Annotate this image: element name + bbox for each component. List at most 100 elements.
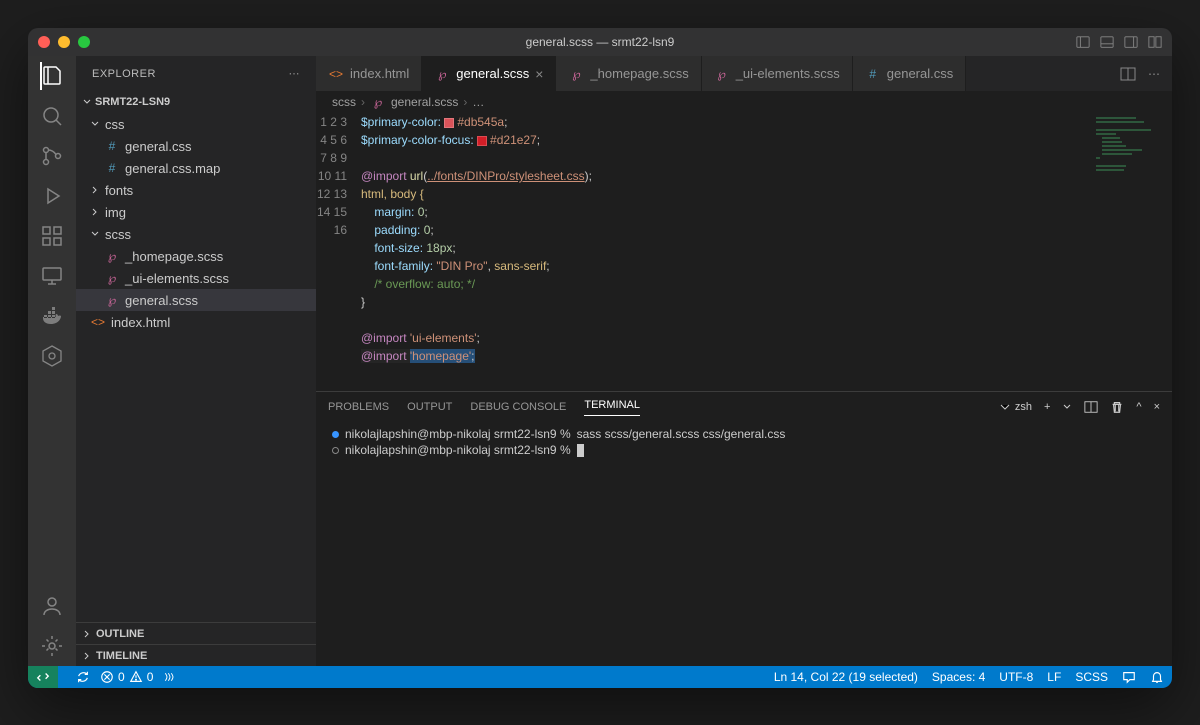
window-controls xyxy=(38,36,90,48)
tab-general-css[interactable]: #general.css xyxy=(853,56,966,91)
terminal-dropdown-icon[interactable] xyxy=(1062,402,1072,412)
folder-css[interactable]: css xyxy=(76,113,316,135)
panel-tabs: PROBLEMS OUTPUT DEBUG CONSOLE TERMINAL z… xyxy=(316,392,1172,422)
sass-file-icon: ℘ xyxy=(104,292,120,308)
problems-status[interactable]: 0 0 xyxy=(100,670,153,684)
file-general-scss[interactable]: ℘general.scss xyxy=(76,289,316,311)
explorer-sidebar: EXPLORER ⋯ SRMT22-LSN9 css #general.css … xyxy=(76,56,316,666)
vscode-window: general.scss — srmt22-lsn9 EXPLORER ⋯ xyxy=(28,28,1172,688)
language-status[interactable]: SCSS xyxy=(1075,670,1108,684)
remote-status[interactable] xyxy=(28,666,58,688)
editor-area: <>index.html ℘general.scss× ℘_homepage.s… xyxy=(316,56,1172,666)
toggle-panel-icon[interactable] xyxy=(1100,35,1114,49)
terminal-content[interactable]: nikolajlapshin@mbp-nikolaj srmt22-lsn9 %… xyxy=(316,422,1172,666)
html-file-icon: <> xyxy=(328,66,344,82)
minimap[interactable] xyxy=(1092,113,1172,391)
tab-general-scss[interactable]: ℘general.scss× xyxy=(422,56,556,91)
outline-section[interactable]: OUTLINE xyxy=(76,622,316,644)
live-server-status[interactable] xyxy=(163,671,175,683)
settings-activity-icon[interactable] xyxy=(40,634,64,658)
problems-tab[interactable]: PROBLEMS xyxy=(328,401,389,413)
color-swatch-icon xyxy=(477,136,487,146)
project-header[interactable]: SRMT22-LSN9 xyxy=(76,91,316,113)
output-tab[interactable]: OUTPUT xyxy=(407,401,452,413)
minimize-window-button[interactable] xyxy=(58,36,70,48)
sass-file-icon: ℘ xyxy=(714,66,730,82)
window-title: general.scss — srmt22-lsn9 xyxy=(526,35,675,49)
sass-file-icon: ℘ xyxy=(370,94,386,110)
terminal-cursor xyxy=(577,444,584,457)
split-editor-icon[interactable] xyxy=(1120,66,1136,82)
titlebar-actions xyxy=(1076,35,1162,49)
close-tab-icon[interactable]: × xyxy=(535,66,543,82)
account-activity-icon[interactable] xyxy=(40,594,64,618)
file-index-html[interactable]: <>index.html xyxy=(76,311,316,333)
prompt-indicator-icon xyxy=(332,431,339,438)
eol-status[interactable]: LF xyxy=(1047,670,1061,684)
status-bar: 0 0 Ln 14, Col 22 (19 selected) Spaces: … xyxy=(28,666,1172,688)
encoding-status[interactable]: UTF-8 xyxy=(999,670,1033,684)
sass-file-icon: ℘ xyxy=(568,66,584,82)
sync-status[interactable] xyxy=(76,670,90,684)
prompt-indicator-icon xyxy=(332,447,339,454)
file-general-css[interactable]: #general.css xyxy=(76,135,316,157)
file-homepage-scss[interactable]: ℘_homepage.scss xyxy=(76,245,316,267)
activity-bar xyxy=(28,56,76,666)
toggle-secondary-icon[interactable] xyxy=(1124,35,1138,49)
cursor-position[interactable]: Ln 14, Col 22 (19 selected) xyxy=(774,670,918,684)
shell-picker[interactable]: zsh xyxy=(999,401,1032,413)
indentation-status[interactable]: Spaces: 4 xyxy=(932,670,985,684)
tab-index-html[interactable]: <>index.html xyxy=(316,56,422,91)
line-numbers: 1 2 3 4 5 6 7 8 9 10 11 12 13 14 15 16 xyxy=(316,113,361,391)
extensions-activity-icon[interactable] xyxy=(40,224,64,248)
file-tree: css #general.css #general.css.map fonts … xyxy=(76,113,316,622)
editor-tabs: <>index.html ℘general.scss× ℘_homepage.s… xyxy=(316,56,1172,91)
folder-img[interactable]: img xyxy=(76,201,316,223)
code-content[interactable]: $primary-color: #db545a; $primary-color-… xyxy=(361,113,1172,391)
kubernetes-activity-icon[interactable] xyxy=(40,344,64,368)
source-control-activity-icon[interactable] xyxy=(40,144,64,168)
close-panel-icon[interactable]: × xyxy=(1154,401,1160,413)
new-terminal-icon[interactable]: + xyxy=(1044,401,1050,413)
debug-activity-icon[interactable] xyxy=(40,184,64,208)
sass-file-icon: ℘ xyxy=(434,66,450,82)
project-name: SRMT22-LSN9 xyxy=(95,96,170,108)
tab-homepage-scss[interactable]: ℘_homepage.scss xyxy=(556,56,701,91)
debug-console-tab[interactable]: DEBUG CONSOLE xyxy=(470,401,566,413)
timeline-section[interactable]: TIMELINE xyxy=(76,644,316,666)
sass-file-icon: ℘ xyxy=(104,248,120,264)
search-activity-icon[interactable] xyxy=(40,104,64,128)
explorer-activity-icon[interactable] xyxy=(40,64,64,88)
html-file-icon: <> xyxy=(90,314,106,330)
more-actions-icon[interactable]: ⋯ xyxy=(1148,67,1160,81)
file-uielements-scss[interactable]: ℘_ui-elements.scss xyxy=(76,267,316,289)
layout-customize-icon[interactable] xyxy=(1148,35,1162,49)
bottom-panel: PROBLEMS OUTPUT DEBUG CONSOLE TERMINAL z… xyxy=(316,391,1172,666)
css-file-icon: # xyxy=(104,160,120,176)
sass-file-icon: ℘ xyxy=(104,270,120,286)
css-file-icon: # xyxy=(104,138,120,154)
folder-fonts[interactable]: fonts xyxy=(76,179,316,201)
css-file-icon: # xyxy=(865,66,881,82)
sidebar-header: EXPLORER ⋯ xyxy=(76,56,316,91)
terminal-tab[interactable]: TERMINAL xyxy=(584,399,640,416)
notifications-icon[interactable] xyxy=(1150,670,1164,684)
titlebar[interactable]: general.scss — srmt22-lsn9 xyxy=(28,28,1172,56)
folder-scss[interactable]: scss xyxy=(76,223,316,245)
feedback-icon[interactable] xyxy=(1122,670,1136,684)
breadcrumb[interactable]: scss › ℘ general.scss › … xyxy=(316,91,1172,113)
close-window-button[interactable] xyxy=(38,36,50,48)
file-general-css-map[interactable]: #general.css.map xyxy=(76,157,316,179)
toggle-sidebar-icon[interactable] xyxy=(1076,35,1090,49)
tab-uielements-scss[interactable]: ℘_ui-elements.scss xyxy=(702,56,853,91)
docker-activity-icon[interactable] xyxy=(40,304,64,328)
maximize-window-button[interactable] xyxy=(78,36,90,48)
kill-terminal-icon[interactable] xyxy=(1110,400,1124,414)
code-editor[interactable]: 1 2 3 4 5 6 7 8 9 10 11 12 13 14 15 16 $… xyxy=(316,113,1172,391)
remote-activity-icon[interactable] xyxy=(40,264,64,288)
maximize-panel-icon[interactable]: ^ xyxy=(1136,401,1141,413)
sidebar-more-icon[interactable]: ⋯ xyxy=(289,67,301,80)
color-swatch-icon xyxy=(444,118,454,128)
split-terminal-icon[interactable] xyxy=(1084,400,1098,414)
sidebar-title: EXPLORER xyxy=(92,68,156,80)
